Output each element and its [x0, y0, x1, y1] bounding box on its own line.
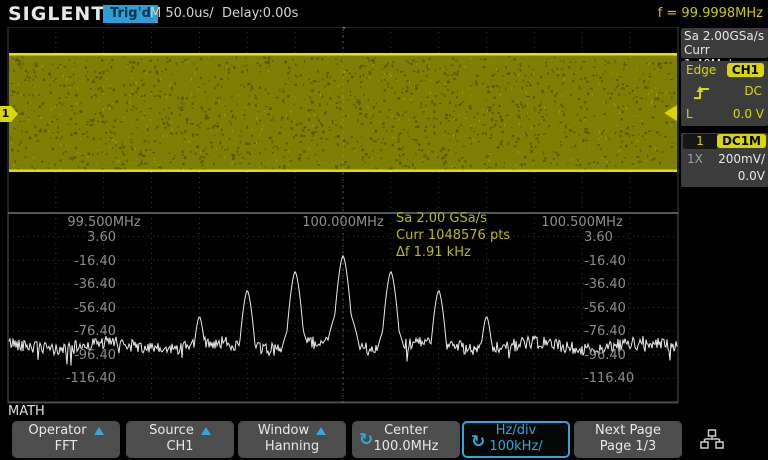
channel1-offset-readout: 0.0V — [738, 169, 765, 183]
popup-arrow-icon — [316, 427, 326, 435]
channel1-scale-readout: 200mV/ — [718, 152, 765, 166]
siglent-logo: SIGLENT — [8, 3, 105, 25]
fft-db-label: -76.40 — [584, 324, 626, 339]
fft-freq-label-left: 99.500MHz — [67, 215, 140, 230]
acquisition-info-box: Sa 2.00GSa/s Curr 1.40Mpts — [681, 28, 768, 58]
channel1-probe-readout: 1X — [687, 152, 703, 166]
fft-db-label: -56.40 — [584, 301, 626, 316]
popup-arrow-icon — [94, 427, 104, 435]
delay-readout[interactable]: Delay:0.00s — [222, 6, 298, 21]
lan-network-icon — [700, 429, 724, 449]
trigger-info-box[interactable]: Edge CH1 DC L 0.0 V — [681, 61, 768, 126]
trigger-level-marker[interactable] — [664, 105, 677, 121]
fft-db-label: 3.60 — [54, 230, 116, 245]
fft-db-label: -116.40 — [584, 371, 634, 386]
fft-db-label: 3.60 — [584, 230, 613, 245]
menu-title: MATH — [8, 404, 45, 419]
rotary-knob-icon: ↻ — [359, 430, 373, 450]
rising-edge-icon — [693, 85, 711, 101]
trigger-type-label: Edge — [686, 63, 716, 77]
softkey-center[interactable]: ↻ Center 100.0MHz — [352, 421, 460, 458]
fft-db-label: -36.40 — [584, 277, 626, 292]
rotary-knob-icon: ↻ — [471, 432, 485, 452]
trigger-level-readout: 0.0 V — [733, 107, 764, 121]
fft-db-label: -36.40 — [54, 277, 116, 292]
oscilloscope-screen: SIGLENT Trig'd M 50.0us/ Delay:0.00s f =… — [0, 0, 768, 460]
fft-db-label: -16.40 — [584, 254, 626, 269]
fft-freq-label-center: 100.000MHz — [302, 215, 384, 230]
sample-rate-readout: Sa 2.00GSa/s — [684, 29, 765, 43]
fft-db-label: -96.40 — [54, 348, 116, 363]
top-status-bar: SIGLENT Trig'd M 50.0us/ Delay:0.00s f =… — [0, 0, 768, 27]
fft-db-label: -116.40 — [54, 371, 116, 386]
trigger-level-label: L — [686, 107, 693, 121]
channel1-coupling-badge: DC1M — [717, 134, 766, 148]
channel1-position-marker[interactable]: 1 — [0, 106, 18, 122]
channel1-marker-arrow-icon — [11, 106, 18, 122]
fft-sample-rate: Sa 2.00 GSa/s — [396, 211, 487, 226]
softkey-menu: Operator FFT Source CH1 Window Hanning ↻… — [0, 421, 768, 460]
softkey-operator[interactable]: Operator FFT — [12, 421, 120, 458]
channel1-number-badge: 1 — [683, 134, 717, 149]
fft-freq-label-right: 100.500MHz — [541, 215, 623, 230]
softkey-hz-div[interactable]: ↻ Hz/div 100kHz/ — [462, 421, 570, 458]
channel1-marker-label: 1 — [0, 106, 11, 122]
fft-points: Curr 1048576 pts — [396, 228, 510, 243]
softkey-window[interactable]: Window Hanning — [238, 421, 346, 458]
frequency-counter: f = 99.9998MHz — [658, 6, 763, 21]
fft-db-label: -76.40 — [54, 324, 116, 339]
channel1-info-box[interactable]: 1 DC1M 1X 200mV/ 0.0V — [681, 133, 768, 187]
fft-delta-f: Δf 1.91 kHz — [396, 245, 471, 260]
popup-arrow-icon — [201, 427, 211, 435]
fft-db-label: -96.40 — [584, 348, 626, 363]
timebase-readout[interactable]: M 50.0us/ — [150, 6, 214, 21]
trigger-coupling-readout: DC — [744, 84, 762, 98]
softkey-source[interactable]: Source CH1 — [126, 421, 234, 458]
trigger-source-badge: CH1 — [727, 63, 764, 77]
fft-db-label: -56.40 — [54, 301, 116, 316]
fft-db-label: -16.40 — [54, 254, 116, 269]
softkey-next-page[interactable]: Next Page Page 1/3 — [574, 421, 682, 458]
